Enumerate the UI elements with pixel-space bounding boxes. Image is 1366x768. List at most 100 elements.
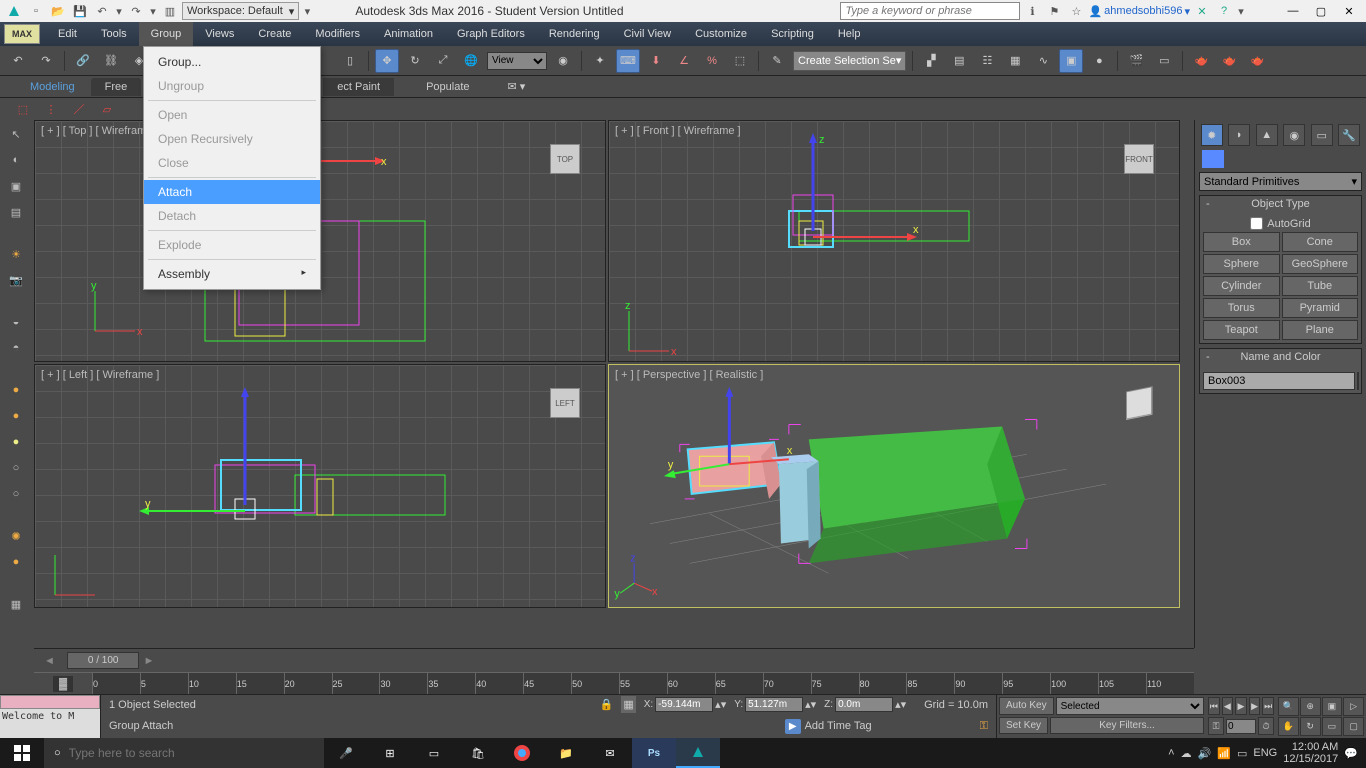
explorer-icon[interactable]: 📁: [544, 738, 588, 768]
tray-up-icon[interactable]: ˄: [1168, 747, 1174, 759]
object-color-swatch[interactable]: [1357, 372, 1359, 390]
menu-group[interactable]: Group: [139, 22, 194, 46]
render-setup-icon[interactable]: 🎬: [1124, 49, 1148, 73]
render-prod-icon[interactable]: 🫖: [1217, 49, 1241, 73]
start-button[interactable]: [0, 738, 44, 768]
layer-mgr-icon[interactable]: ▦: [1003, 49, 1027, 73]
fov-icon[interactable]: ▷: [1343, 697, 1364, 716]
minimize-button[interactable]: —: [1280, 1, 1306, 21]
selection-lock-icon[interactable]: ▦: [621, 696, 635, 713]
viewport-perspective[interactable]: [ + ] [ Perspective ] [ Realistic ]: [608, 364, 1180, 608]
action-center-icon[interactable]: 💬: [1344, 747, 1358, 760]
wifi-icon[interactable]: 📶: [1217, 747, 1231, 760]
next-frame-icon[interactable]: ▶: [1249, 697, 1261, 715]
cursor-icon[interactable]: ↖: [6, 124, 26, 144]
primitive-tube-button[interactable]: Tube: [1282, 276, 1359, 296]
edit-sel-icon[interactable]: ✎: [765, 49, 789, 73]
primitive-teapot-button[interactable]: Teapot: [1203, 320, 1280, 340]
menu-item-attach[interactable]: Attach: [144, 180, 320, 204]
render-icon[interactable]: 🫖: [1189, 49, 1213, 73]
z-coord-input[interactable]: [835, 697, 893, 712]
color-swatch[interactable]: [1202, 150, 1224, 168]
app-icon[interactable]: [4, 2, 24, 20]
autogrid-checkbox[interactable]: [1250, 217, 1263, 230]
menu-item-group---[interactable]: Group...: [144, 50, 320, 74]
sph6-icon[interactable]: ●: [6, 552, 26, 572]
app-menu-button[interactable]: MAX: [4, 24, 40, 44]
help-search-input[interactable]: [840, 2, 1020, 20]
menu-civil-view[interactable]: Civil View: [612, 22, 683, 46]
primitive-torus-button[interactable]: Torus: [1203, 298, 1280, 318]
keyboard-icon[interactable]: ⌨: [616, 49, 640, 73]
undo-dd-icon[interactable]: ▾: [114, 2, 124, 20]
brush2-icon[interactable]: ▣: [6, 176, 26, 196]
user-account[interactable]: 👤ahmedsobhi596▾: [1088, 5, 1190, 18]
tab-populate[interactable]: Populate: [396, 81, 499, 93]
keymode-icon[interactable]: ▓: [53, 676, 73, 692]
undo-icon[interactable]: ↶: [92, 2, 112, 20]
manip-icon[interactable]: ✦: [588, 49, 612, 73]
mat-ed-icon[interactable]: ●: [1087, 49, 1111, 73]
name-color-header[interactable]: Name and Color: [1240, 351, 1320, 363]
workspace-dd-icon[interactable]: ▾: [301, 2, 313, 20]
tab-modeling[interactable]: Modeling: [16, 78, 89, 96]
primitive-cone-button[interactable]: Cone: [1282, 232, 1359, 252]
exchange-icon[interactable]: ✕: [1192, 2, 1212, 20]
poly-sel-icon[interactable]: ⬚: [14, 100, 32, 118]
zoom-all-icon[interactable]: ⊕: [1300, 697, 1321, 716]
prev-frame-icon[interactable]: ◀: [1222, 697, 1234, 715]
volume-icon[interactable]: 🔊: [1198, 747, 1212, 760]
primitive-plane-button[interactable]: Plane: [1282, 320, 1359, 340]
sph5-icon[interactable]: ○: [6, 484, 26, 504]
motion-tab-icon[interactable]: ◉: [1283, 124, 1305, 146]
unlink-icon[interactable]: ⛓: [99, 49, 123, 73]
primitive-pyramid-button[interactable]: Pyramid: [1282, 298, 1359, 318]
grid-icon[interactable]: ▦: [6, 594, 26, 614]
named-selection-input[interactable]: Create Selection Se▾: [793, 51, 906, 71]
taskview-icon[interactable]: ⊞: [368, 738, 412, 768]
schematic-icon[interactable]: ▣: [1059, 49, 1083, 73]
taskbar-search-input[interactable]: [69, 746, 314, 760]
rotate-icon[interactable]: ↻: [403, 49, 427, 73]
edge-icon[interactable]: ▭: [412, 738, 456, 768]
zoom-icon[interactable]: 🔍: [1278, 697, 1299, 716]
favorite-icon[interactable]: ☆: [1066, 2, 1086, 20]
object-type-header[interactable]: Object Type: [1251, 198, 1310, 210]
infocenter-icon[interactable]: ℹ: [1022, 2, 1042, 20]
angle-snap-icon[interactable]: ∠: [672, 49, 696, 73]
viewport-left[interactable]: [ + ] [ Left ] [ Wireframe ] LEFT y: [34, 364, 606, 608]
key-selected-dropdown[interactable]: Selected: [1056, 697, 1204, 715]
primitive-geosphere-button[interactable]: GeoSphere: [1282, 254, 1359, 274]
menu-rendering[interactable]: Rendering: [537, 22, 612, 46]
x-coord-input[interactable]: [655, 697, 713, 712]
curve-ed-icon[interactable]: ∿: [1031, 49, 1055, 73]
move-icon[interactable]: ✥: [375, 49, 399, 73]
play-icon[interactable]: ▶: [1235, 697, 1247, 715]
display-tab-icon[interactable]: ▭: [1311, 124, 1333, 146]
open-icon[interactable]: 📂: [48, 2, 68, 20]
render-it-icon[interactable]: 🫖: [1245, 49, 1269, 73]
chrome-icon[interactable]: [500, 738, 544, 768]
setkey-button[interactable]: Set Key: [999, 717, 1048, 734]
tab-object-paint[interactable]: ect Paint: [323, 78, 394, 96]
primitive-box-button[interactable]: Box: [1203, 232, 1280, 252]
redo-dd-icon[interactable]: ▾: [148, 2, 158, 20]
select-icon[interactable]: ▯: [338, 49, 362, 73]
brush3-icon[interactable]: ▤: [6, 202, 26, 222]
ref-coord-icon[interactable]: 🌐: [459, 49, 483, 73]
sph2-icon[interactable]: ●: [6, 406, 26, 426]
macro-recorder[interactable]: [0, 695, 100, 709]
time-slider[interactable]: ◄ 0 / 100 ►: [34, 648, 1194, 672]
bone-icon[interactable]: ◒: [6, 312, 26, 332]
maximize-button[interactable]: ▢: [1308, 1, 1334, 21]
close-button[interactable]: ✕: [1336, 1, 1362, 21]
taskbar-search[interactable]: ○: [44, 738, 324, 768]
comm-icon[interactable]: ⚑: [1044, 2, 1064, 20]
light-icon[interactable]: ☀: [6, 244, 26, 264]
redo-icon[interactable]: ↷: [126, 2, 146, 20]
keyfilters-button[interactable]: Key Filters...: [1050, 717, 1204, 734]
category-dropdown[interactable]: Standard Primitives▾: [1199, 172, 1362, 191]
menu-animation[interactable]: Animation: [372, 22, 445, 46]
menu-graph-editors[interactable]: Graph Editors: [445, 22, 537, 46]
new-icon[interactable]: ▫: [26, 2, 46, 20]
